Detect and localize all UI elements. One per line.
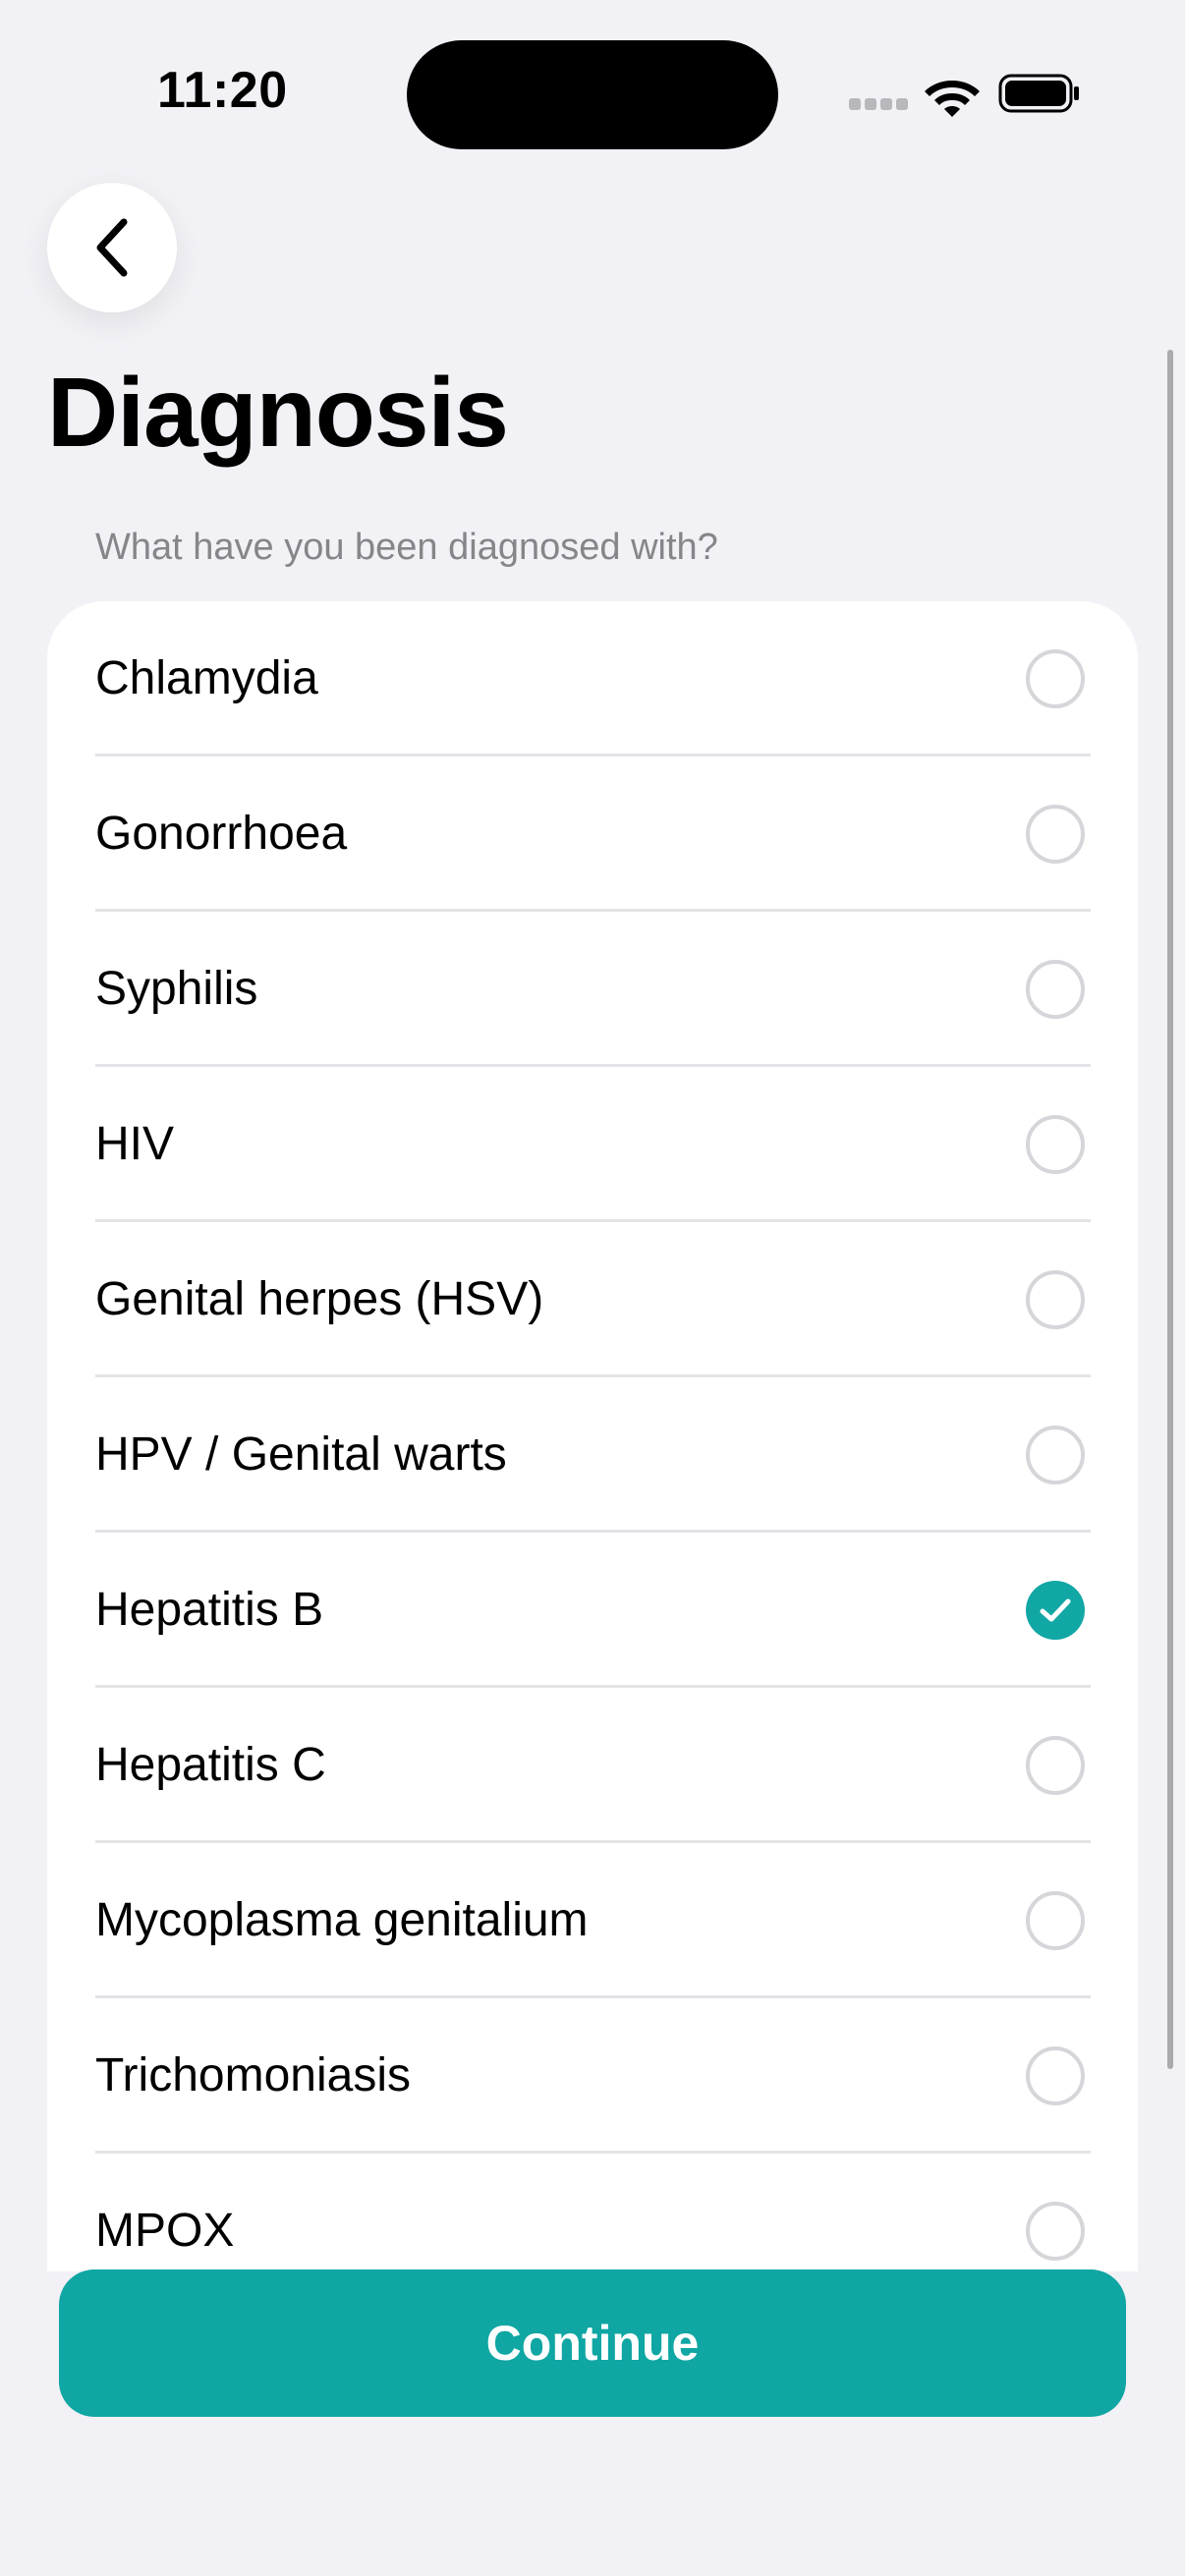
list-item-chlamydia[interactable]: Chlamydia bbox=[47, 601, 1138, 756]
status-time: 11:20 bbox=[157, 62, 288, 119]
radio-button[interactable] bbox=[1026, 805, 1085, 864]
wifi-icon bbox=[925, 81, 980, 117]
diagnosis-list: Chlamydia Gonorrhoea Syphilis HIV Genita… bbox=[47, 601, 1138, 2271]
list-item-hpv[interactable]: HPV / Genital warts bbox=[47, 1377, 1138, 1533]
radio-button[interactable] bbox=[1026, 649, 1085, 708]
radio-button[interactable] bbox=[1026, 1891, 1085, 1950]
page-title: Diagnosis bbox=[47, 358, 509, 468]
radio-button[interactable] bbox=[1026, 1736, 1085, 1795]
battery-icon bbox=[998, 74, 1079, 113]
page-subtitle: What have you been diagnosed with? bbox=[95, 527, 718, 568]
list-item-hepatitis-c[interactable]: Hepatitis C bbox=[47, 1688, 1138, 1843]
list-item-label: Hepatitis B bbox=[95, 1584, 324, 1636]
list-item-hepatitis-b[interactable]: Hepatitis B bbox=[47, 1533, 1138, 1688]
list-item-mycoplasma-genitalium[interactable]: Mycoplasma genitalium bbox=[47, 1843, 1138, 1998]
list-item-label: Chlamydia bbox=[95, 652, 318, 704]
list-item-syphilis[interactable]: Syphilis bbox=[47, 912, 1138, 1067]
list-item-label: HIV bbox=[95, 1118, 175, 1170]
dynamic-island bbox=[407, 40, 778, 149]
radio-button[interactable] bbox=[1026, 2046, 1085, 2105]
list-item-genital-herpes[interactable]: Genital herpes (HSV) bbox=[47, 1222, 1138, 1377]
radio-button-selected[interactable] bbox=[1026, 1581, 1085, 1640]
radio-button[interactable] bbox=[1026, 1270, 1085, 1329]
list-item-label: MPOX bbox=[95, 2205, 235, 2257]
list-item-trichomoniasis[interactable]: Trichomoniasis bbox=[47, 1998, 1138, 2154]
chevron-left-icon bbox=[96, 218, 128, 277]
list-item-label: Hepatitis C bbox=[95, 1739, 326, 1791]
list-item-gonorrhoea[interactable]: Gonorrhoea bbox=[47, 756, 1138, 912]
checkmark-icon bbox=[1040, 1598, 1071, 1622]
list-item-label: Genital herpes (HSV) bbox=[95, 1273, 544, 1325]
list-item-label: Gonorrhoea bbox=[95, 808, 348, 860]
continue-button[interactable]: Continue bbox=[59, 2269, 1126, 2417]
scroll-indicator[interactable] bbox=[1167, 350, 1173, 2069]
list-item-label: Trichomoniasis bbox=[95, 2049, 411, 2101]
radio-button[interactable] bbox=[1026, 1115, 1085, 1174]
list-item-hiv[interactable]: HIV bbox=[47, 1067, 1138, 1222]
back-button[interactable] bbox=[47, 183, 177, 312]
list-item-label: Syphilis bbox=[95, 963, 258, 1015]
radio-button[interactable] bbox=[1026, 960, 1085, 1019]
radio-button[interactable] bbox=[1026, 2202, 1085, 2261]
screen: 11:20 Diagnosis What have you been diagn… bbox=[0, 0, 1185, 2576]
list-item-mpox[interactable]: MPOX bbox=[47, 2154, 1138, 2271]
list-item-label: Mycoplasma genitalium bbox=[95, 1894, 589, 1946]
list-item-label: HPV / Genital warts bbox=[95, 1428, 507, 1481]
cellular-signal-icon bbox=[849, 98, 908, 112]
radio-button[interactable] bbox=[1026, 1426, 1085, 1484]
